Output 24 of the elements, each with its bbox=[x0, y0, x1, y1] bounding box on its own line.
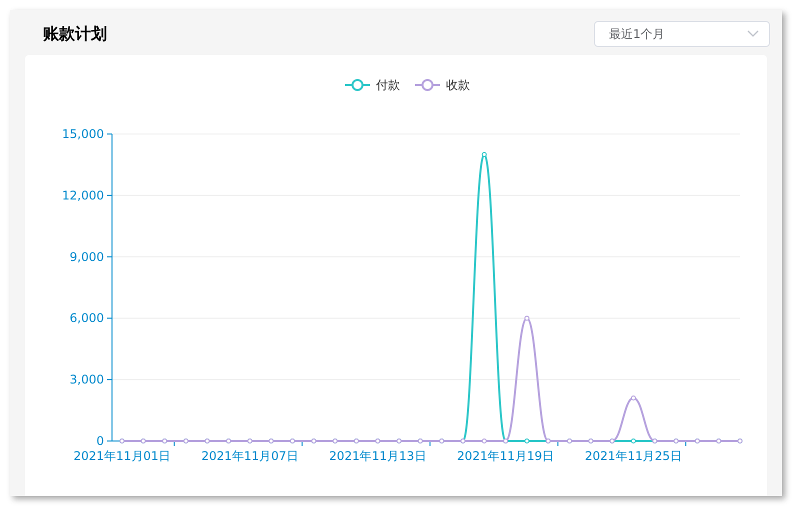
point bbox=[482, 152, 487, 157]
legend-item[interactable]: 收款 bbox=[415, 78, 470, 92]
y-axis-label: 12,000 bbox=[62, 188, 104, 202]
x-axis-label: 2021年11月25日 bbox=[584, 449, 682, 463]
x-axis-label: 2021年11月07日 bbox=[201, 449, 298, 463]
legend-label: 付款 bbox=[375, 78, 400, 92]
x-axis-label: 2021年11月01日 bbox=[73, 449, 171, 463]
y-axis-label: 3,000 bbox=[70, 372, 104, 387]
period-dropdown[interactable]: 最近1个月 bbox=[594, 20, 770, 46]
point bbox=[630, 438, 636, 444]
legend-item[interactable]: 付款 bbox=[345, 78, 400, 92]
y-axis-label: 9,000 bbox=[70, 250, 104, 264]
point bbox=[482, 438, 487, 444]
point bbox=[630, 396, 636, 401]
y-axis-label: 0 bbox=[96, 434, 104, 448]
panel-title: 账款计划 bbox=[43, 22, 107, 44]
point bbox=[524, 316, 530, 321]
chevron-down-icon bbox=[747, 30, 759, 38]
x-axis-label: 2021年11月19日 bbox=[457, 449, 554, 463]
legend-label: 收款 bbox=[446, 78, 470, 92]
y-axis-label: 6,000 bbox=[70, 311, 104, 326]
point bbox=[524, 438, 530, 444]
y-axis-label: 15,000 bbox=[62, 127, 104, 141]
x-axis-label: 2021年11月13日 bbox=[329, 449, 426, 463]
